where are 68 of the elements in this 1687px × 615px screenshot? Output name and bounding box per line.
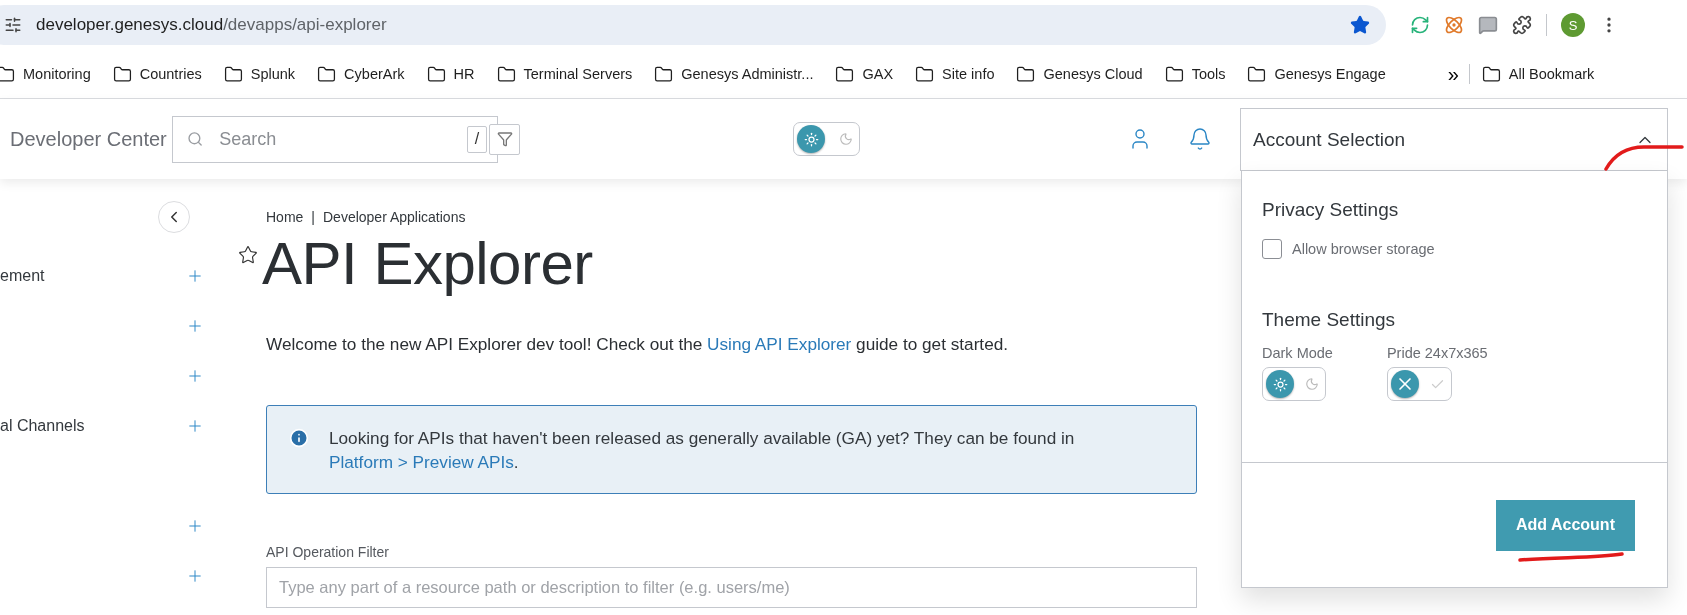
folder-icon[interactable] [1164,64,1184,84]
folder-icon[interactable] [112,64,132,84]
bookmark-item[interactable]: HR [453,66,475,82]
bookmark-item[interactable]: Tools [1191,66,1226,82]
guide-link[interactable]: Using API Explorer [707,334,852,354]
extension-icon[interactable] [1410,15,1430,35]
pride-toggle[interactable] [1386,367,1452,401]
search-icon [187,129,204,149]
moon-icon [1305,377,1319,391]
folder-icon[interactable] [0,64,15,84]
sun-icon [803,131,819,147]
field-label: API Operation Filter [266,544,390,560]
folder-icon[interactable] [915,64,935,84]
folder-icon[interactable] [426,64,446,84]
bookmark-item[interactable]: Genesys Cloud [1043,66,1143,82]
star-icon[interactable] [238,245,258,265]
bookmark-item[interactable]: All Bookmark [1508,66,1595,82]
folder-icon[interactable] [1247,64,1267,84]
checkbox[interactable] [1262,239,1282,259]
extensions-icon[interactable] [1512,15,1532,35]
site-info-icon[interactable] [4,16,22,34]
theme-toggle[interactable] [793,122,860,156]
folder-icon[interactable] [835,64,855,84]
bookmark-item[interactable]: CyberArk [344,66,405,82]
bookmark-item[interactable]: Site info [942,66,995,82]
filter-field[interactable]: Type any part of a resource path or description to filter (e.g. users/me) [266,567,1197,608]
search-field[interactable]: Search / [172,115,498,163]
folder-icon[interactable] [223,64,243,84]
folder-icon[interactable] [317,64,337,84]
page-title: API Explorer [262,229,593,298]
account-select[interactable]: Account Selection [1240,108,1668,171]
sun-icon [1272,376,1288,392]
breadcrumb-separator: | [311,209,315,225]
section-title: Privacy Settings [1262,199,1400,221]
extension-icon[interactable] [1444,15,1464,35]
filter-icon [496,131,513,147]
site-title[interactable]: Developer Center [10,127,172,151]
bookmark-item[interactable]: Monitoring [23,66,91,82]
checkbox-label: Allow browser storage [1292,241,1435,257]
intro-text: Welcome to the new API Explorer dev tool! Check out the Using API Explorer guide to get started. [266,334,1010,355]
theme-toggle[interactable] [1262,367,1326,401]
folder-icon[interactable] [1016,64,1036,84]
bookmark-item[interactable]: Splunk [250,66,296,82]
chat-bubble-icon[interactable] [1478,15,1498,35]
bookmark-star-icon[interactable] [1350,15,1370,35]
folder-icon[interactable] [654,64,674,84]
bookmark-item[interactable]: Genesys Administr... [681,66,814,82]
bell-icon[interactable] [1188,127,1212,151]
notice-text: Looking for APIs that haven't been released as generally available (GA) yet? They can be found in Platform > Preview APIs. [329,427,1076,474]
breadcrumb-link[interactable]: Developer Applications [323,209,466,225]
bookmark-item[interactable]: Genesys Engage [1274,66,1386,82]
sidebar-item[interactable]: ement [0,267,45,285]
moon-icon [839,132,853,146]
info-icon [289,428,309,448]
folder-icon[interactable] [1481,64,1501,84]
shortcut-key: / [467,125,487,153]
bookmarks-overflow[interactable]: » [1447,62,1459,86]
section-title: Theme Settings [1262,309,1397,331]
bookmark-item[interactable]: Countries [139,66,202,82]
toggle-label: Dark Mode [1262,345,1333,361]
folder-icon[interactable] [496,64,516,84]
preview-apis-link[interactable]: Platform > Preview APIs [329,452,514,472]
toggle-label: Pride 24x7x365 [1386,345,1488,361]
bookmark-item[interactable]: GAX [862,66,894,82]
breadcrumb-link[interactable]: Home [266,209,304,225]
filter-button[interactable] [489,123,520,155]
bookmark-item[interactable]: Terminal Servers [523,66,633,82]
sidebar-item[interactable]: al Channels [0,417,85,435]
